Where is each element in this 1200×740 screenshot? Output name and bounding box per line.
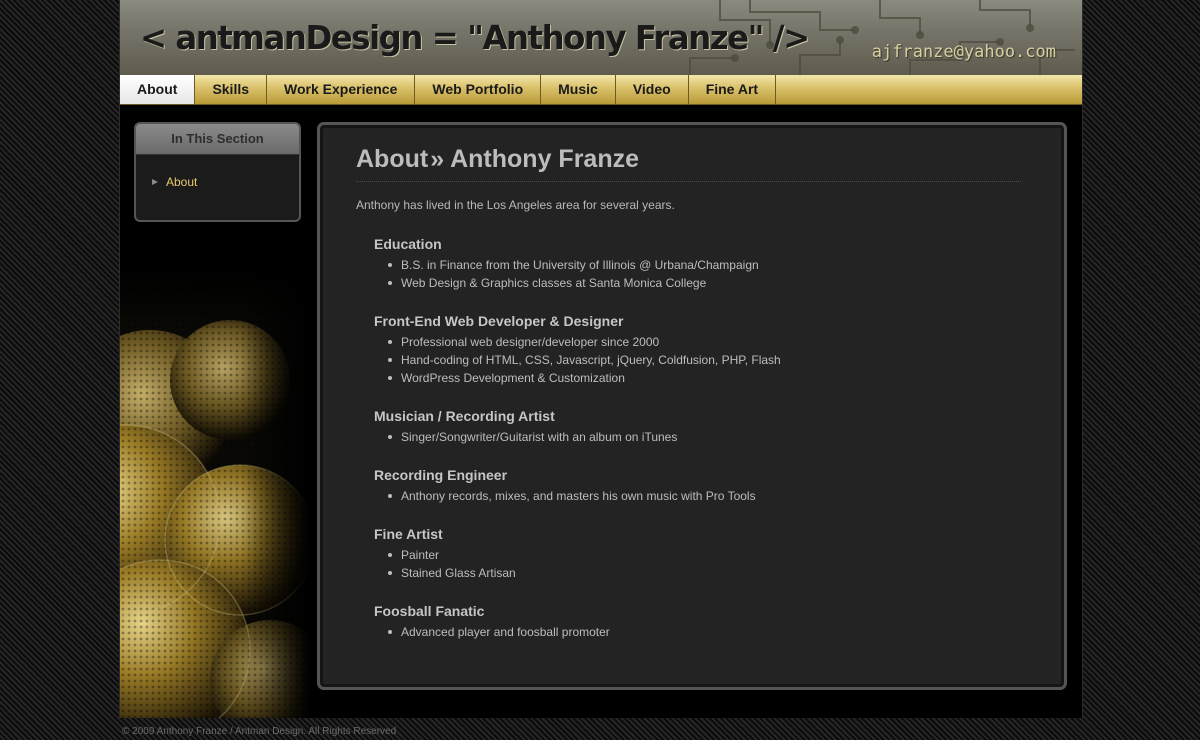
page-title: About» Anthony Franze [356,145,1021,182]
tab-music[interactable]: Music [541,75,616,104]
section-list: Singer/Songwriter/Guitarist with an albu… [374,428,1021,446]
list-item: Hand-coding of HTML, CSS, Javascript, jQ… [388,351,1021,369]
sidebar-section-box: In This Section About [134,122,301,222]
sidebar-item-label: About [166,175,198,189]
breadcrumb-parent: About [356,145,429,173]
site-email: ajfranze@yahoo.com [871,42,1056,62]
sidebar-item-about[interactable]: About [152,175,299,189]
list-item: Painter [388,546,1021,564]
section-foosball: Foosball Fanatic Advanced player and foo… [374,603,1021,641]
site-container: < antmanDesign = "Anthony Franze" /> ajf… [119,0,1083,718]
section-list: Professional web designer/developer sinc… [374,333,1021,387]
section-heading: Musician / Recording Artist [374,408,555,424]
tab-skills[interactable]: Skills [195,75,268,104]
list-item: Professional web designer/developer sinc… [388,333,1021,351]
intro-text: Anthony has lived in the Los Angeles are… [356,198,675,212]
section-fine-artist: Fine Artist Painter Stained Glass Artisa… [374,526,1021,582]
tab-work-experience[interactable]: Work Experience [267,75,416,104]
arrow-right-icon [152,179,158,185]
tab-video[interactable]: Video [616,75,689,104]
list-item: Singer/Songwriter/Guitarist with an albu… [388,428,1021,446]
section-musician: Musician / Recording Artist Singer/Songw… [374,408,1021,446]
sidebar-heading: In This Section [136,124,299,155]
list-item: Anthony records, mixes, and masters his … [388,487,1021,505]
footer-copyright: © 2009 Anthony Franze / Antman Design. A… [122,726,397,737]
section-heading: Front-End Web Developer & Designer [374,313,624,329]
section-heading: Foosball Fanatic [374,603,485,619]
page-title-text: Anthony Franze [450,145,640,173]
section-list: Anthony records, mixes, and masters his … [374,487,1021,505]
section-heading: Fine Artist [374,526,443,542]
section-list: Painter Stained Glass Artisan [374,546,1021,582]
tab-fine-art[interactable]: Fine Art [689,75,777,104]
site-title: < antmanDesign = "Anthony Franze" /> [140,18,810,57]
content-body: About» Anthony Franze Anthony has lived i… [356,145,1021,641]
section-list: B.S. in Finance from the University of I… [374,256,1021,292]
section-heading: Recording Engineer [374,467,508,483]
section-web-developer: Front-End Web Developer & Designer Profe… [374,313,1021,387]
list-item: Advanced player and foosball promoter [388,623,1021,641]
section-heading: Education [374,236,442,252]
main-nav: About Skills Work Experience Web Portfol… [120,75,1082,105]
section-recording-engineer: Recording Engineer Anthony records, mixe… [374,467,1021,505]
section-list: Advanced player and foosball promoter [374,623,1021,641]
list-item: Web Design & Graphics classes at Santa M… [388,274,1021,292]
tab-web-portfolio[interactable]: Web Portfolio [415,75,542,104]
section-education: Education B.S. in Finance from the Unive… [374,236,1021,292]
list-item: B.S. in Finance from the University of I… [388,256,1021,274]
breadcrumb-separator: » [430,145,445,173]
tab-about[interactable]: About [120,75,196,104]
sidebar-list: About [136,155,299,189]
list-item: Stained Glass Artisan [388,564,1021,582]
list-item: WordPress Development & Customization [388,369,1021,387]
gold-spheres-artwork [120,270,310,718]
site-header: < antmanDesign = "Anthony Franze" /> ajf… [120,0,1082,75]
main-content-panel: About» Anthony Franze Anthony has lived i… [317,122,1067,690]
